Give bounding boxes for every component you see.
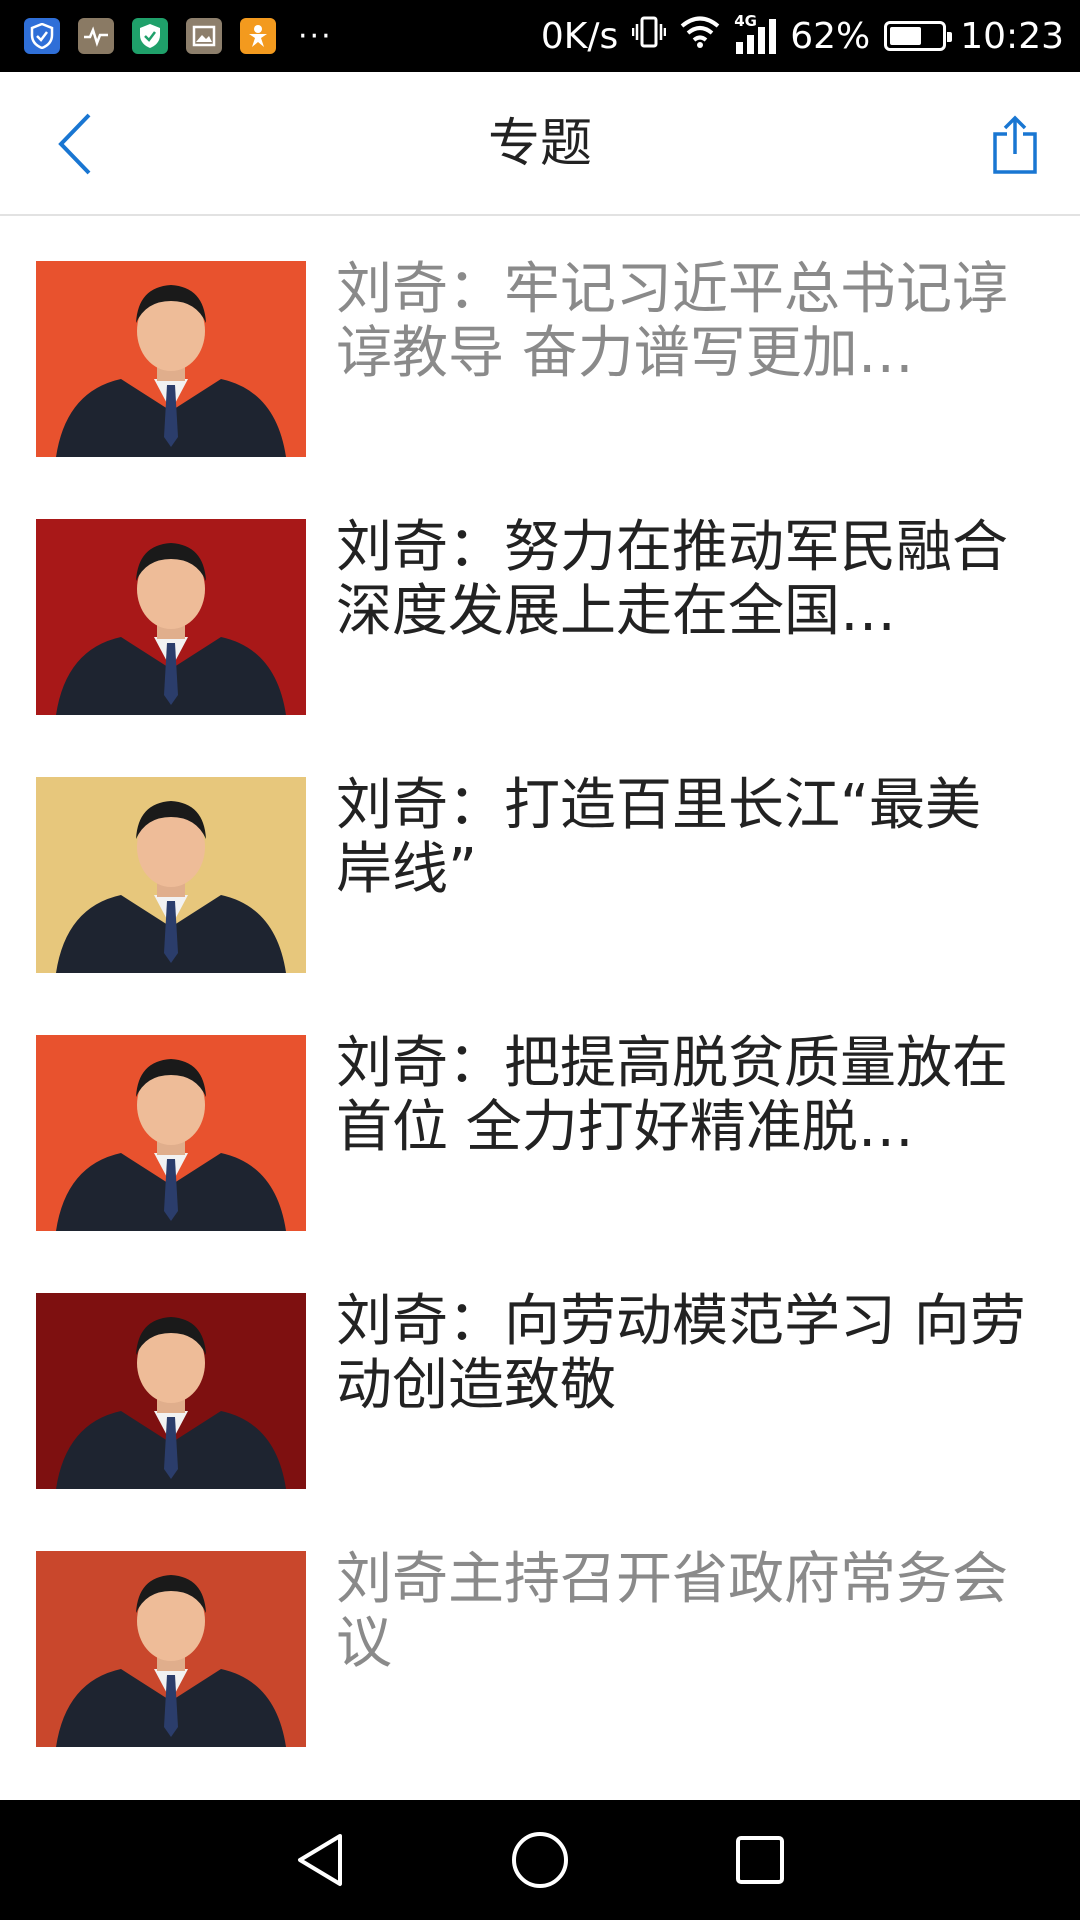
net-speed: 0K/s	[540, 15, 619, 57]
article-title: 刘奇主持召开省政府常务会议	[336, 1548, 1008, 1676]
status-indicators: 0K/s 4G 62% 10:23	[540, 12, 1064, 59]
article-title: 刘奇：努力在推动军民融合深度发展上走在全国…	[336, 516, 1008, 644]
battery-icon	[884, 21, 953, 51]
article-list: 刘奇：牢记习近平总书记谆谆教导 奋力谱写更加… 刘奇：努力在推动军民融合深度发展上…	[0, 218, 1080, 1766]
nav-recents-button[interactable]	[720, 1820, 800, 1900]
share-button[interactable]	[980, 108, 1050, 182]
network-type: 4G	[734, 12, 757, 30]
article-title: 刘奇：牢记习近平总书记谆谆教导 奋力谱写更加…	[336, 258, 1008, 386]
article-item[interactable]: 刘奇：牢记习近平总书记谆谆教导 奋力谱写更加…	[0, 218, 1080, 476]
shield-app-icon	[24, 18, 60, 54]
status-bar: ··· 0K/s 4G 62% 10:23	[0, 0, 1080, 72]
vibrate-icon	[631, 14, 667, 59]
battery-fill	[890, 27, 922, 45]
article-item[interactable]: 刘奇：向劳动模范学习 向劳动创造致敬	[0, 1250, 1080, 1508]
gallery-app-icon	[186, 18, 222, 54]
back-button[interactable]	[40, 106, 110, 182]
portrait-image	[56, 285, 286, 457]
circle-home-icon	[512, 1832, 568, 1888]
article-item[interactable]: 刘奇：努力在推动军民融合深度发展上走在全国…	[0, 476, 1080, 734]
article-thumbnail	[36, 519, 306, 715]
person-app-icon	[240, 18, 276, 54]
cellular-signal-icon: 4G	[734, 12, 777, 56]
article-item[interactable]: 刘奇：把提高脱贫质量放在首位 全力打好精准脱…	[0, 992, 1080, 1250]
article-item[interactable]: 刘奇主持召开省政府常务会议	[0, 1508, 1080, 1766]
article-title: 刘奇：向劳动模范学习 向劳动创造致敬	[336, 1290, 1026, 1418]
portrait-image	[56, 1317, 286, 1489]
article-thumbnail	[36, 261, 306, 457]
triangle-back-icon	[298, 1834, 342, 1886]
article-title: 刘奇：把提高脱贫质量放在首位 全力打好精准脱…	[336, 1032, 1008, 1160]
portrait-image	[56, 1575, 286, 1747]
nav-back-button[interactable]	[280, 1820, 360, 1900]
battery-percent: 62%	[790, 15, 871, 57]
article-item[interactable]: 刘奇：打造百里长江“最美岸线”	[0, 734, 1080, 992]
article-thumbnail	[36, 1035, 306, 1231]
portrait-image	[56, 1059, 286, 1231]
wifi-icon	[680, 15, 720, 58]
nav-home-button[interactable]	[500, 1820, 580, 1900]
health-app-icon	[78, 18, 114, 54]
navigation-bar	[0, 1800, 1080, 1920]
chevron-left-icon	[58, 113, 91, 175]
portrait-image	[56, 543, 286, 715]
share-icon	[993, 115, 1037, 174]
article-thumbnail	[36, 777, 306, 973]
page-title: 专题	[487, 114, 592, 174]
more-notifications-icon: ···	[298, 18, 333, 54]
top-app-bar: 专题	[0, 72, 1080, 216]
square-recents-icon	[736, 1836, 784, 1884]
portrait-image	[56, 801, 286, 973]
article-thumbnail	[36, 1551, 306, 1747]
article-title: 刘奇：打造百里长江“最美岸线”	[336, 774, 982, 902]
article-thumbnail	[36, 1293, 306, 1489]
notification-icons: ···	[24, 18, 333, 54]
clock: 10:23	[960, 15, 1064, 57]
security-app-icon	[132, 18, 168, 54]
